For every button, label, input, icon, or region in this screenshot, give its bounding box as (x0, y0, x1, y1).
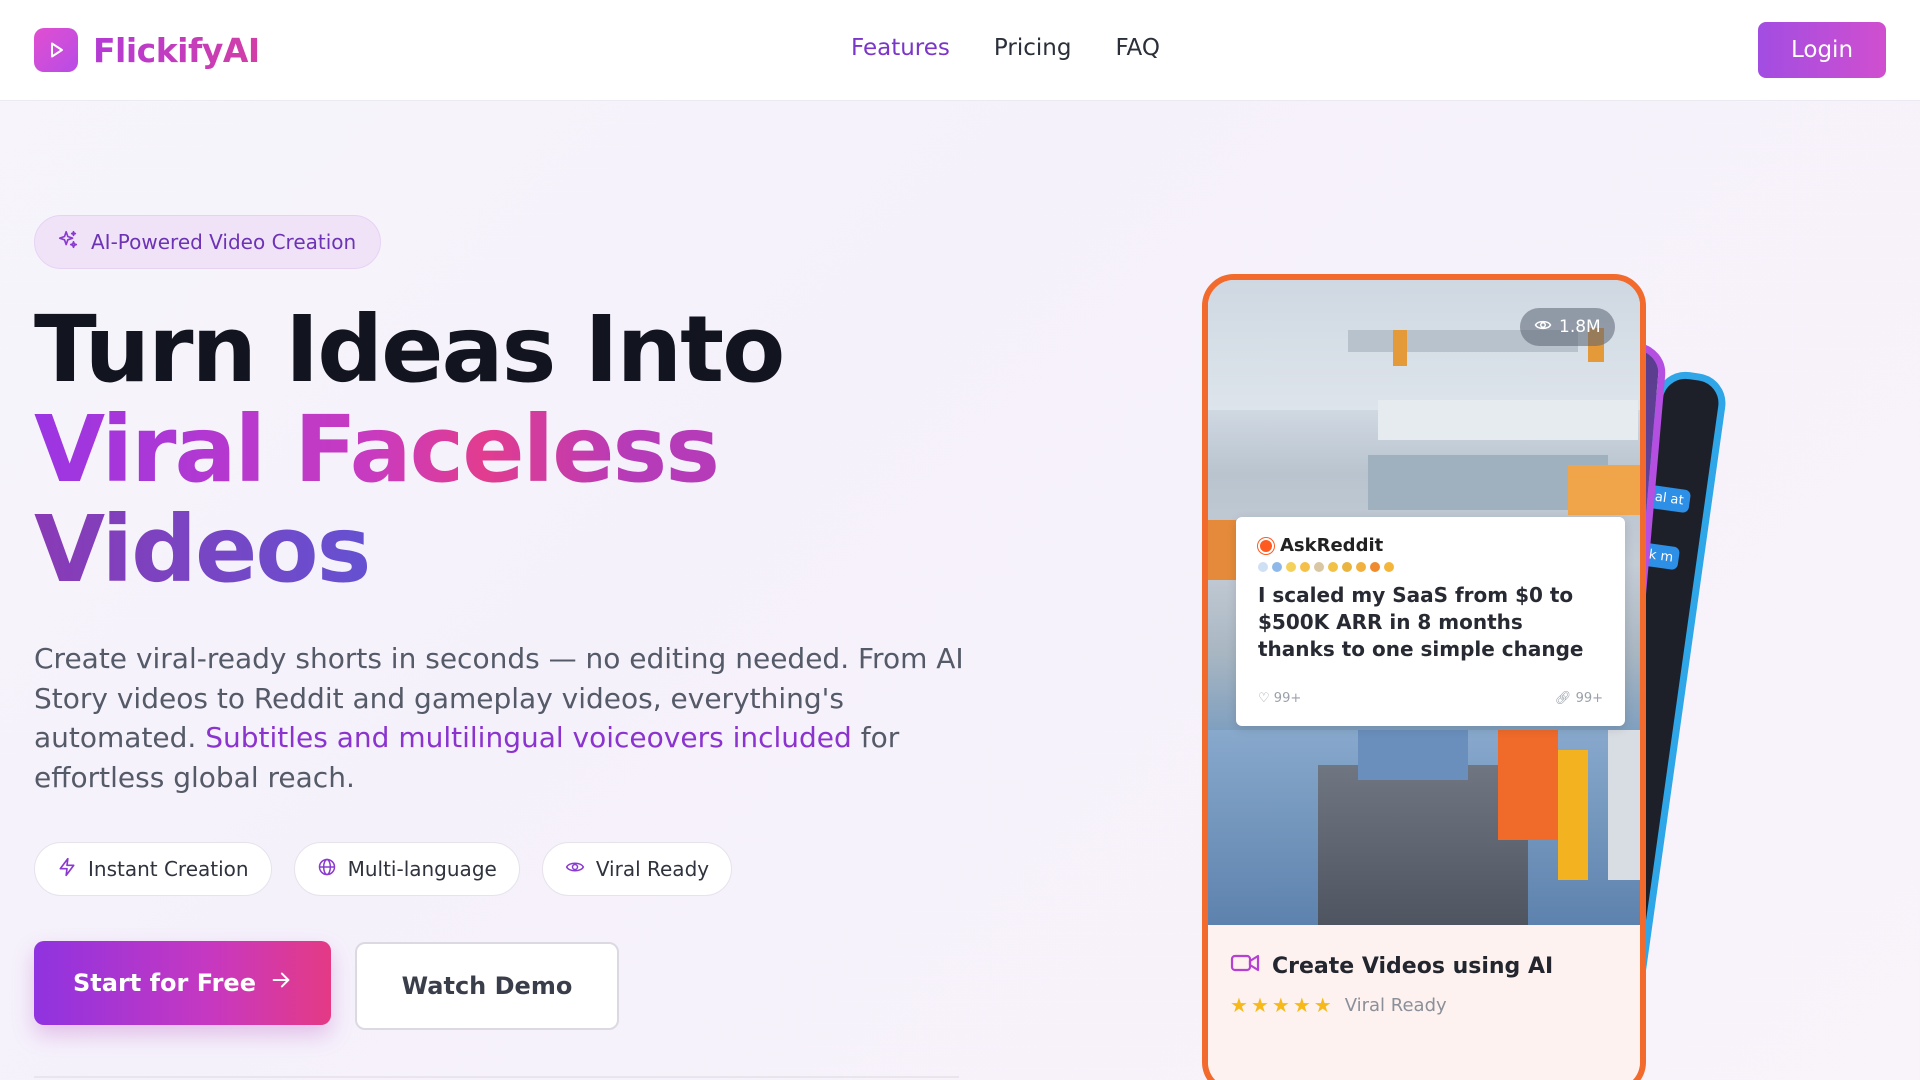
feature-chips: Instant Creation Multi-language Viral Re… (34, 842, 733, 896)
nav-faq[interactable]: FAQ (1115, 35, 1160, 61)
arrow-right-icon (270, 969, 292, 997)
star-icon: ★ (1313, 993, 1332, 1017)
upvote-count: ♡ 99+ (1258, 691, 1302, 706)
chip-label: Multi-language (347, 857, 497, 881)
login-button[interactable]: Login (1758, 22, 1886, 78)
hero-headline: Turn Ideas Into Viral Faceless Videos (34, 296, 785, 600)
watch-demo-button[interactable]: Watch Demo (355, 942, 619, 1030)
headline-line-1: Turn Ideas Into (34, 296, 785, 403)
reddit-icon (1258, 537, 1274, 554)
nav-pricing[interactable]: Pricing (994, 35, 1072, 61)
video-camera-icon (1230, 951, 1260, 981)
start-for-free-button[interactable]: Start for Free (34, 941, 331, 1025)
chip-label: Instant Creation (88, 857, 249, 881)
share-value: 99+ (1575, 691, 1603, 706)
chip-instant-creation: Instant Creation (34, 842, 272, 896)
headline-line-3: Videos (34, 500, 783, 600)
globe-icon (317, 857, 337, 882)
view-count-badge: 1.8M (1520, 308, 1615, 346)
reddit-post-card: AskReddit I scaled my SaaS from $0 to $5… (1236, 517, 1625, 726)
headline-line-2: Viral Faceless (34, 400, 783, 500)
rating: ★ ★ ★ ★ ★ Viral Ready (1230, 993, 1618, 1017)
nav-features[interactable]: Features (851, 35, 950, 61)
rating-label: Viral Ready (1344, 994, 1447, 1016)
star-icon: ★ (1250, 993, 1269, 1017)
gameplay-background: 1.8M AskReddit I scaled my SaaS from $0 … (1208, 280, 1640, 925)
badge-label: AI-Powered Video Creation (91, 230, 357, 254)
brand-logo[interactable]: FlickifyAI (34, 28, 260, 72)
share-count: 🔗︎ 99+ (1554, 691, 1603, 706)
description-highlight: Subtitles and multilingual voiceovers in… (205, 721, 852, 754)
lightning-icon (57, 857, 77, 882)
eye-icon (1534, 316, 1552, 339)
star-icon: ★ (1230, 993, 1248, 1017)
star-icon: ★ (1271, 993, 1290, 1017)
sparkles-icon (57, 229, 79, 256)
play-icon (34, 28, 78, 72)
chip-label: Viral Ready (595, 857, 710, 881)
main-nav: Features Pricing FAQ (851, 35, 1204, 61)
phone-footer: Create Videos using AI ★ ★ ★ ★ ★ Viral R… (1208, 925, 1640, 1080)
cta-label: Start for Free (73, 969, 256, 997)
phone-mockup-front: 1.8M AskReddit I scaled my SaaS from $0 … (1202, 274, 1646, 1080)
subreddit-name: AskReddit (1280, 535, 1384, 556)
section-divider (34, 1076, 959, 1078)
footer-title: Create Videos using AI (1272, 953, 1554, 979)
star-icon: ★ (1292, 993, 1311, 1017)
upvote-value: 99+ (1273, 691, 1302, 706)
chip-viral-ready: Viral Ready (541, 842, 733, 896)
eye-icon (565, 857, 585, 882)
brand-name: FlickifyAI (93, 30, 260, 70)
award-icons (1258, 562, 1603, 572)
reddit-post-title: I scaled my SaaS from $0 to $500K ARR in… (1258, 583, 1584, 661)
hero-badge: AI-Powered Video Creation (34, 215, 382, 269)
view-count: 1.8M (1559, 317, 1601, 337)
chip-multi-language: Multi-language (293, 842, 520, 896)
hero-description: Create viral-ready shorts in seconds — n… (34, 639, 964, 797)
top-navbar: FlickifyAI Features Pricing FAQ Login (0, 0, 1920, 101)
